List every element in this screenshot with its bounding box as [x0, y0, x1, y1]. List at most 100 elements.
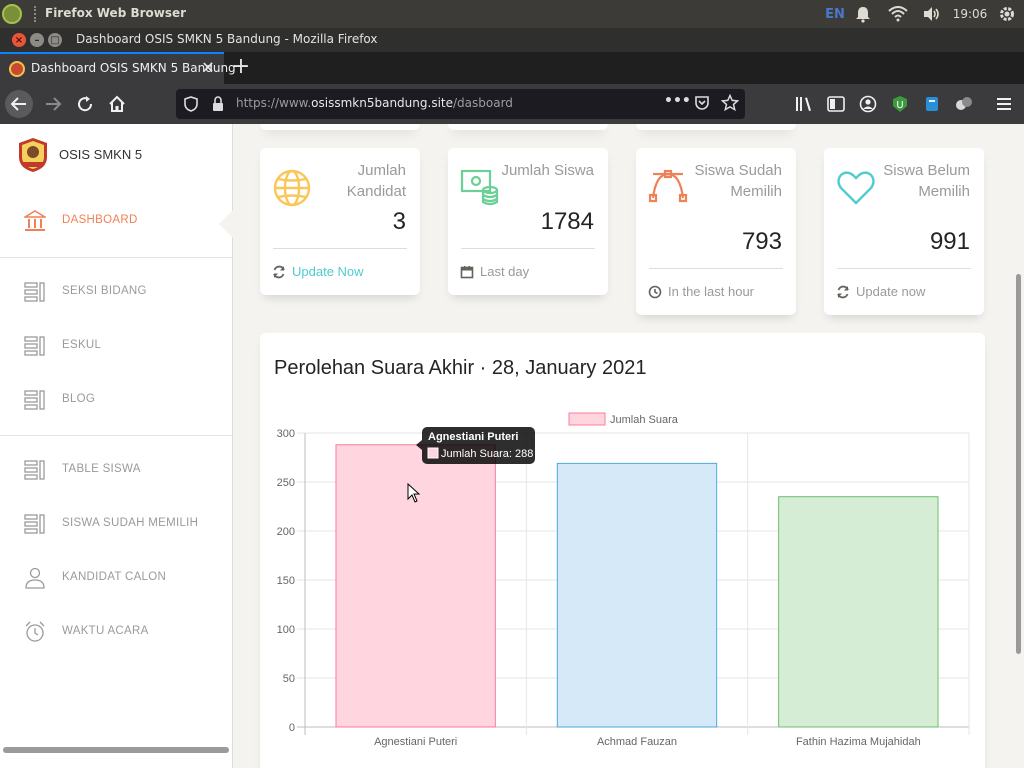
back-button[interactable]	[5, 90, 33, 118]
sidebar-divider	[0, 435, 232, 436]
card-stub	[636, 124, 796, 130]
sidebar-item-seksi-bidang[interactable]: SEKSI BIDANG	[0, 274, 232, 310]
list-icon	[24, 512, 46, 536]
alarm-clock-icon	[24, 620, 46, 644]
stat-card-jumlah-siswa: Jumlah Siswa 1784 Last day	[448, 148, 608, 295]
volume-icon[interactable]	[921, 0, 943, 28]
brand-name[interactable]: OSIS SMKN 5	[59, 147, 142, 162]
window-minimize-button[interactable]: –	[30, 33, 44, 47]
tooltip-label: Jumlah Suara: 288	[441, 448, 533, 460]
url-text[interactable]: https://www.osissmkn5bandung.site/dasboa…	[236, 96, 513, 110]
x-tick-label: Agnestiani Puteri	[374, 736, 457, 748]
tooltip-swatch	[427, 447, 439, 459]
window-maximize-button[interactable]: □	[48, 33, 62, 47]
school-logo[interactable]	[17, 137, 49, 173]
notification-bell-icon[interactable]	[852, 0, 874, 28]
separator	[34, 6, 36, 22]
tab-dashboard[interactable]: Dashboard OSIS SMKN 5 Bandung ✕	[0, 52, 236, 84]
list-icon	[24, 388, 46, 412]
extension-green-icon[interactable]: U	[890, 94, 910, 114]
ubuntu-logo-icon[interactable]	[2, 4, 22, 24]
refresh-icon[interactable]	[836, 284, 850, 299]
account-icon[interactable]	[858, 94, 878, 114]
stat-value: 3	[392, 208, 406, 235]
sidebar-toggle-icon[interactable]	[826, 94, 846, 114]
stat-card-siswa-belum-memilih: Siswa Belum Memilih 991 Update now	[824, 148, 984, 315]
bar	[556, 462, 718, 728]
sidebar-item-label: BLOG	[62, 393, 96, 405]
chart-card: Perolehan Suara Akhir · 28, January 2021…	[260, 333, 985, 768]
card-divider	[649, 268, 783, 269]
sidebar-item-dashboard[interactable]: DASHBOARD	[0, 203, 232, 239]
stat-footer: Last day	[480, 264, 530, 279]
window-title-bar: × – □ Dashboard OSIS SMKN 5 Bandung - Mo…	[0, 28, 1024, 52]
sidebar-horizontal-scrollbar[interactable]	[3, 747, 229, 753]
y-tick-label: 50	[283, 673, 295, 685]
pocket-icon[interactable]	[694, 95, 710, 115]
stat-title: Jumlah Kandidat	[346, 162, 406, 200]
url-bar[interactable]: https://www.osissmkn5bandung.site/dasboa…	[176, 89, 745, 119]
card-divider	[461, 248, 595, 249]
window-close-button[interactable]: ×	[12, 33, 26, 47]
list-icon	[24, 280, 46, 304]
hamburger-menu-icon[interactable]	[994, 94, 1014, 114]
bar-chart[interactable]: 0 50 100 150 200 250 300 Jumlah Suara Agnestiani…	[260, 333, 985, 768]
new-tab-button[interactable]: +	[231, 56, 251, 78]
sidebar-item-blog[interactable]: BLOG	[0, 382, 232, 418]
y-tick-label: 250	[277, 477, 295, 489]
wifi-icon[interactable]	[886, 0, 910, 28]
url-host: osissmkn5bandung.site	[311, 96, 453, 110]
extension-balls-icon[interactable]	[954, 94, 974, 114]
legend-label: Jumlah Suara	[610, 414, 679, 426]
reload-button[interactable]	[71, 90, 99, 118]
gear-icon[interactable]	[996, 0, 1018, 28]
user-icon	[24, 566, 46, 590]
window-title: Dashboard OSIS SMKN 5 Bandung - Mozilla …	[76, 32, 378, 46]
sidebar-item-label: SEKSI BIDANG	[62, 285, 147, 297]
sidebar: OSIS SMKN 5 DASHBOARD SEKSI BIDANG ESKUL	[0, 124, 233, 768]
stat-footer-link[interactable]: Update Now	[292, 264, 364, 279]
forward-button[interactable]	[39, 90, 67, 118]
sidebar-item-table-siswa[interactable]: TABLE SISWA	[0, 452, 232, 488]
active-app-name: Firefox Web Browser	[45, 6, 187, 20]
tooltip-title: Agnestiani Puteri	[428, 431, 518, 443]
sidebar-item-waktu-acara[interactable]: WAKTU ACARA	[0, 614, 232, 650]
y-tick-label: 150	[277, 575, 295, 587]
clock-icon	[648, 284, 662, 299]
card-divider	[273, 248, 407, 249]
stat-value: 1784	[540, 208, 594, 235]
x-tick-label: Fathin Hazima Mujahidah	[796, 736, 921, 748]
os-top-bar: Firefox Web Browser EN 19:06	[0, 0, 1024, 28]
home-button[interactable]	[103, 90, 131, 118]
x-tick-label: Achmad Fauzan	[597, 736, 677, 748]
stat-value: 991	[929, 228, 970, 255]
keyboard-layout-indicator[interactable]: EN	[822, 0, 848, 28]
stat-footer-link[interactable]: Update now	[856, 284, 925, 299]
legend-swatch	[568, 412, 606, 426]
sidebar-item-siswa-sudah-memilih[interactable]: SISWA SUDAH MEMILIH	[0, 506, 232, 542]
sidebar-item-label: TABLE SISWA	[62, 463, 141, 475]
bank-icon	[22, 209, 48, 233]
clock-time[interactable]: 19:06	[952, 0, 988, 28]
extension-blue-icon[interactable]	[922, 94, 942, 114]
list-icon	[24, 458, 46, 482]
favicon-icon	[9, 61, 25, 77]
y-tick-label: 0	[289, 722, 295, 734]
sidebar-item-label: KANDIDAT CALON	[62, 571, 167, 583]
stat-title: Siswa Belum Memilih	[883, 162, 970, 200]
sidebar-item-eskul[interactable]: ESKUL	[0, 328, 232, 364]
sidebar-item-kandidat-calon[interactable]: KANDIDAT CALON	[0, 560, 232, 596]
tab-close-icon[interactable]: ✕	[199, 59, 217, 77]
navigation-toolbar: https://www.osissmkn5bandung.site/dasboa…	[0, 84, 1024, 185]
tracking-shield-icon[interactable]	[184, 96, 198, 116]
page-actions-icon[interactable]: •••	[664, 93, 691, 109]
bar	[778, 496, 939, 728]
lock-icon[interactable]	[212, 96, 224, 116]
web-page: OSIS SMKN 5 DASHBOARD SEKSI BIDANG ESKUL	[0, 124, 1024, 768]
stat-footer: In the last hour	[668, 284, 754, 299]
library-icon[interactable]	[794, 94, 814, 114]
bookmark-star-icon[interactable]	[720, 93, 740, 116]
refresh-icon[interactable]	[272, 264, 286, 279]
svg-text:U: U	[896, 100, 903, 111]
page-scrollbar-thumb[interactable]	[1016, 274, 1021, 654]
